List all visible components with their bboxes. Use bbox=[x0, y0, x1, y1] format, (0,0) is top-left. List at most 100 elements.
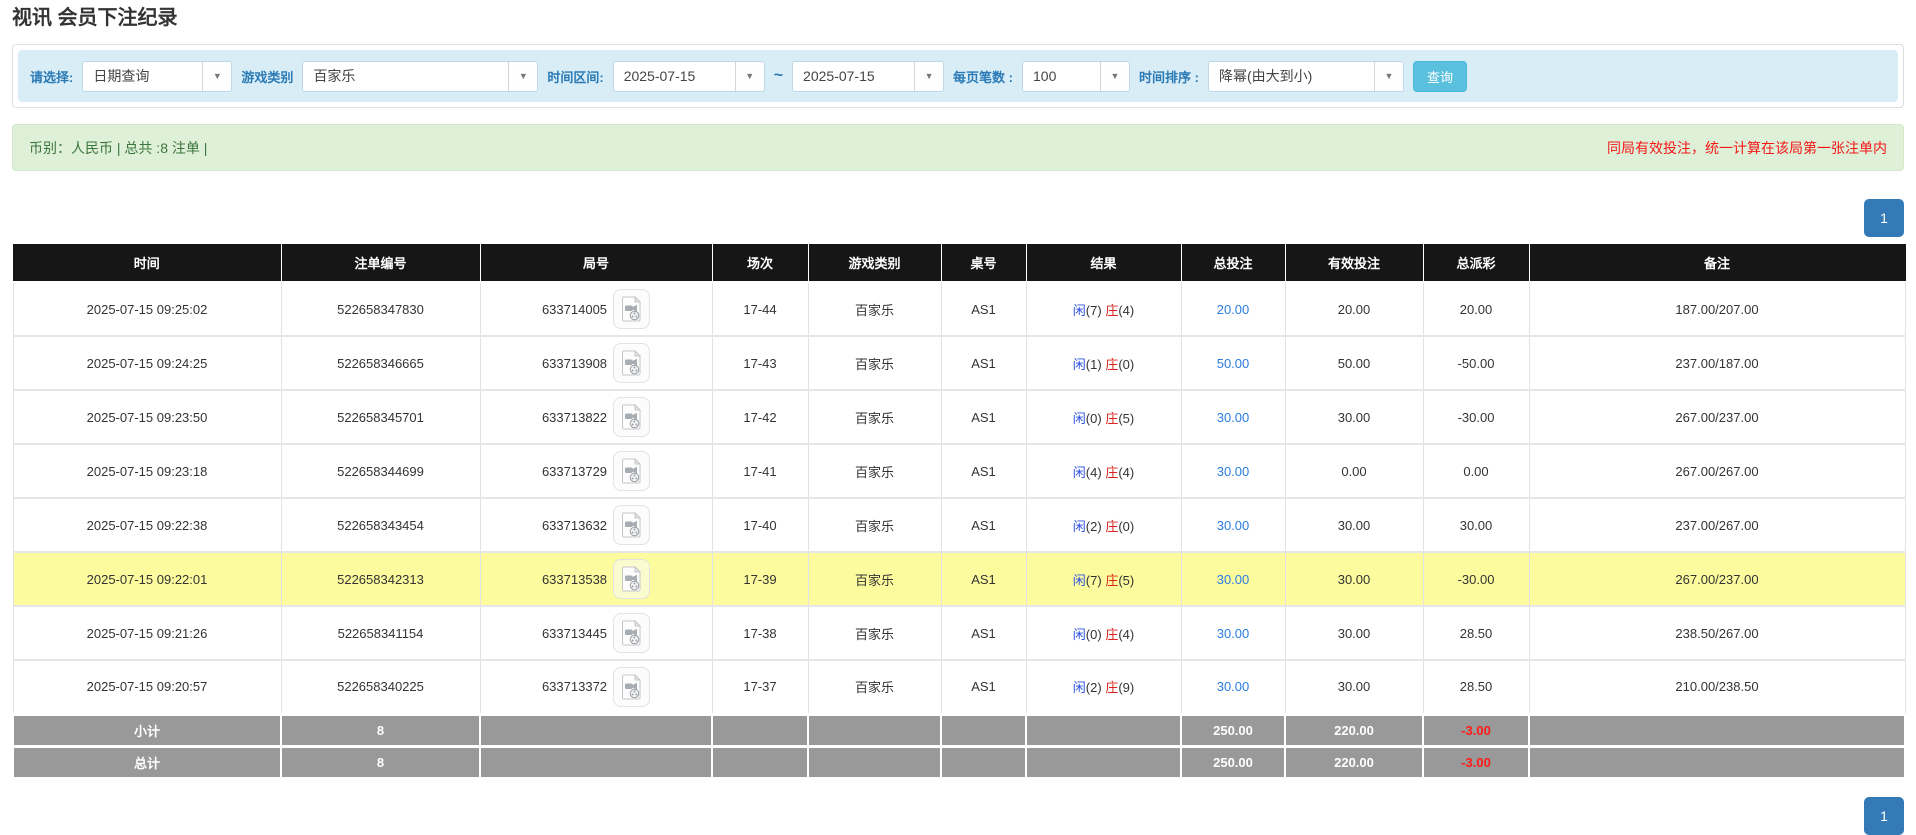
cell-table: AS1 bbox=[940, 282, 1027, 337]
result-banker-score: (5) bbox=[1118, 410, 1135, 426]
per-page-label: 每页笔数 : bbox=[953, 69, 1013, 85]
video-replay-button[interactable] bbox=[613, 343, 651, 383]
round-number: 633713372 bbox=[541, 679, 608, 695]
table-row: 2025-07-15 09:25:02 522658347830 633714005… bbox=[12, 282, 1906, 337]
table-row: 2025-07-15 09:22:38 522658343454 633713632… bbox=[12, 498, 1906, 553]
result-banker-score: (4) bbox=[1118, 464, 1135, 480]
result-player-label: 闲 bbox=[1072, 680, 1086, 696]
bets-table: 时间 注单编号 局号 场次 游戏类别 桌号 结果 总投注 有效投注 总派彩 备注 2025-07-1… bbox=[12, 244, 1906, 779]
footer-valid-bet: 220.00 bbox=[1284, 712, 1424, 747]
footer-label: 总计 bbox=[12, 744, 282, 779]
result-player-score: (2) bbox=[1085, 518, 1102, 534]
cell-round: 633713908 bbox=[479, 336, 713, 391]
cell-result: 闲(0) 庄(5) bbox=[1025, 390, 1182, 445]
date-start-picker[interactable]: 2025-07-15 ▼ bbox=[612, 60, 765, 92]
video-file-icon bbox=[621, 620, 641, 646]
page-1-button[interactable]: 1 bbox=[1864, 199, 1904, 237]
total-bet-link[interactable]: 30.00 bbox=[1217, 410, 1250, 425]
cell-payout: -30.00 bbox=[1422, 390, 1530, 445]
result-player-score: (4) bbox=[1085, 464, 1102, 480]
search-button[interactable]: 查询 bbox=[1412, 60, 1467, 92]
chevron-down-icon: ▼ bbox=[202, 61, 232, 91]
result-player-score: (7) bbox=[1085, 302, 1102, 318]
video-replay-button[interactable] bbox=[613, 451, 651, 491]
cell-valid-bet: 30.00 bbox=[1284, 606, 1424, 661]
round-number: 633713908 bbox=[541, 355, 608, 371]
round-number: 633714005 bbox=[541, 301, 608, 317]
game-type-label: 游戏类别 bbox=[241, 69, 294, 85]
cell-game: 百家乐 bbox=[807, 552, 942, 607]
total-bet-link[interactable]: 30.00 bbox=[1217, 679, 1250, 694]
table-header-row: 时间 注单编号 局号 场次 游戏类别 桌号 结果 总投注 有效投注 总派彩 备注 bbox=[13, 244, 1906, 283]
video-replay-button[interactable] bbox=[613, 666, 651, 707]
total-bet-link[interactable]: 30.00 bbox=[1217, 626, 1250, 641]
table-footer-row: 总计 8 250.00 220.00 -3.00 bbox=[12, 744, 1906, 779]
result-banker-score: (9) bbox=[1118, 680, 1135, 696]
table-row: 2025-07-15 09:20:57 522658340225 633713372… bbox=[12, 660, 1906, 715]
cell-result: 闲(2) 庄(0) bbox=[1025, 498, 1182, 553]
cell-note: 238.50/267.00 bbox=[1528, 606, 1906, 661]
cell-session: 17-41 bbox=[711, 444, 809, 499]
total-bet-link[interactable]: 20.00 bbox=[1217, 302, 1250, 317]
cell-valid-bet: 50.00 bbox=[1284, 336, 1424, 391]
video-file-icon bbox=[621, 404, 641, 430]
total-bet-link[interactable]: 50.00 bbox=[1217, 356, 1250, 371]
round-number: 633713632 bbox=[541, 517, 608, 533]
result-player-label: 闲 bbox=[1072, 626, 1086, 642]
total-bet-link[interactable]: 30.00 bbox=[1217, 572, 1250, 587]
cell-session: 17-37 bbox=[711, 660, 809, 715]
cell-time: 2025-07-15 09:23:18 bbox=[12, 444, 282, 499]
cell-time: 2025-07-15 09:23:50 bbox=[12, 390, 282, 445]
video-replay-button[interactable] bbox=[613, 397, 651, 437]
cell-total-bet: 30.00 bbox=[1180, 498, 1286, 553]
filter-bar: 请选择: 日期查询 ▼ 游戏类别 百家乐 ▼ 时间区间: 2025-07-15 … bbox=[18, 50, 1898, 102]
video-replay-button[interactable] bbox=[613, 505, 651, 545]
cell-round: 633713538 bbox=[479, 552, 713, 607]
cell-note: 237.00/187.00 bbox=[1528, 336, 1906, 391]
chevron-down-icon: ▼ bbox=[734, 61, 764, 91]
video-replay-button[interactable] bbox=[613, 559, 651, 599]
cell-payout: 28.50 bbox=[1422, 606, 1530, 661]
table-row: 2025-07-15 09:24:25 522658346665 633713908… bbox=[12, 336, 1906, 391]
cell-payout: -30.00 bbox=[1422, 552, 1530, 607]
cell-total-bet: 50.00 bbox=[1180, 336, 1286, 391]
column-header: 游戏类别 bbox=[808, 244, 942, 283]
cell-note: 267.00/267.00 bbox=[1528, 444, 1906, 499]
cell-round: 633713729 bbox=[479, 444, 713, 499]
cell-round: 633713822 bbox=[479, 390, 713, 445]
cell-note: 210.00/238.50 bbox=[1528, 660, 1906, 715]
table-row: 2025-07-15 09:22:01 522658342313 633713538… bbox=[12, 552, 1906, 607]
cell-payout: 0.00 bbox=[1422, 444, 1530, 499]
cell-bet-id: 522658343454 bbox=[280, 498, 481, 553]
cell-valid-bet: 30.00 bbox=[1284, 390, 1424, 445]
cell-result: 闲(4) 庄(4) bbox=[1025, 444, 1182, 499]
column-header: 总派彩 bbox=[1423, 244, 1530, 283]
column-header: 桌号 bbox=[941, 244, 1027, 283]
total-bet-link[interactable]: 30.00 bbox=[1217, 518, 1250, 533]
footer-empty-cell bbox=[711, 744, 809, 779]
result-player-label: 闲 bbox=[1072, 302, 1086, 318]
total-bet-link[interactable]: 30.00 bbox=[1217, 464, 1250, 479]
valid-bet-notice: 同局有效投注，统一计算在该局第一张注单内 bbox=[1607, 139, 1887, 156]
cell-payout: 28.50 bbox=[1422, 660, 1530, 715]
query-type-select[interactable]: 日期查询 ▼ bbox=[82, 60, 233, 92]
cell-session: 17-38 bbox=[711, 606, 809, 661]
time-sort-select[interactable]: 降幂(由大到小) ▼ bbox=[1207, 60, 1404, 92]
cell-result: 闲(2) 庄(9) bbox=[1025, 660, 1182, 715]
video-replay-button[interactable] bbox=[613, 289, 651, 329]
table-row: 2025-07-15 09:23:50 522658345701 633713822… bbox=[12, 390, 1906, 445]
result-player-label: 闲 bbox=[1072, 356, 1086, 372]
footer-empty-cell bbox=[1528, 712, 1906, 747]
cell-time: 2025-07-15 09:22:01 bbox=[12, 552, 282, 607]
date-end-picker[interactable]: 2025-07-15 ▼ bbox=[792, 60, 945, 92]
cell-game: 百家乐 bbox=[807, 606, 942, 661]
per-page-select[interactable]: 100 ▼ bbox=[1022, 60, 1130, 92]
cell-bet-id: 522658345701 bbox=[280, 390, 481, 445]
page-1-button[interactable]: 1 bbox=[1864, 797, 1904, 835]
game-type-select[interactable]: 百家乐 ▼ bbox=[302, 60, 539, 92]
video-replay-button[interactable] bbox=[613, 613, 651, 653]
date-end-value: 2025-07-15 bbox=[803, 68, 875, 84]
result-player-label: 闲 bbox=[1072, 410, 1086, 426]
cell-note: 187.00/207.00 bbox=[1528, 282, 1906, 337]
footer-total-bet: 250.00 bbox=[1180, 712, 1286, 747]
